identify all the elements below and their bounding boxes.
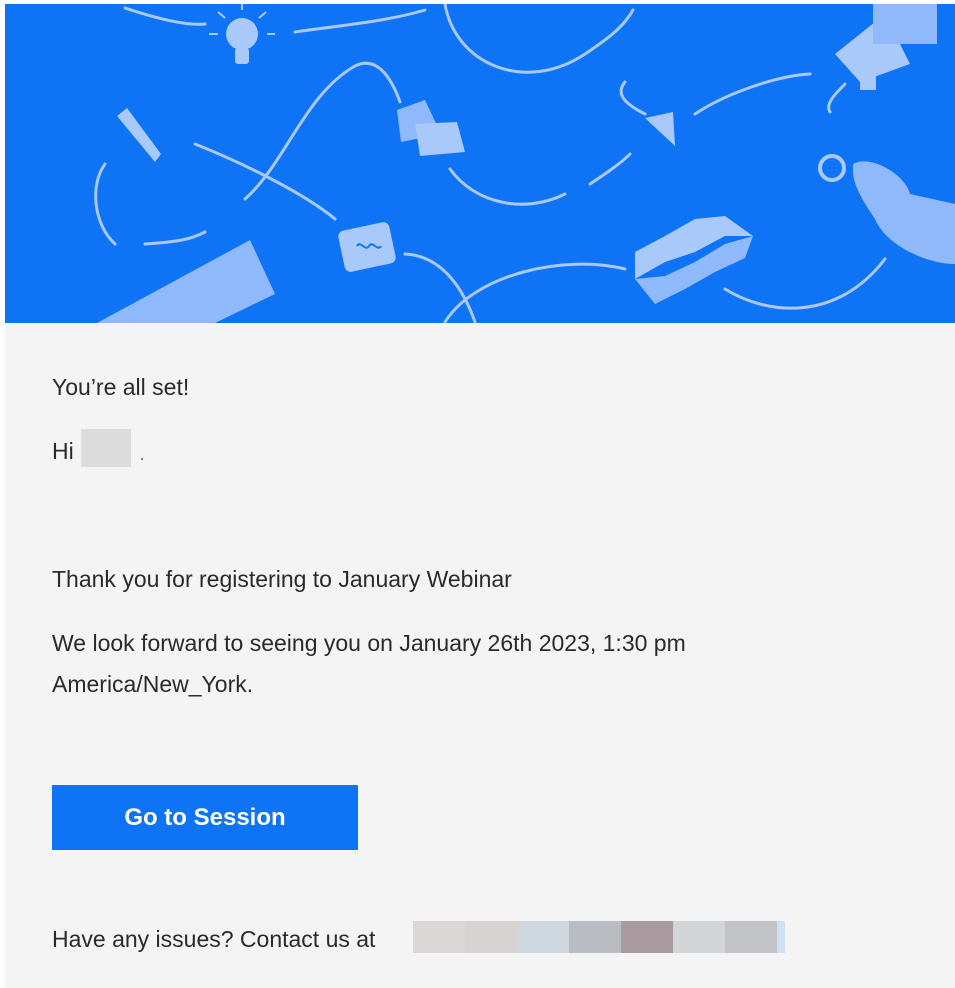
- pencil-icon: [117, 108, 161, 162]
- session-schedule-text: We look forward to seeing you on January…: [52, 630, 686, 697]
- arrow-down-icon: [645, 112, 675, 146]
- magnifier-hand-icon: [818, 154, 955, 264]
- greeting-punctuation: [141, 458, 143, 460]
- greeting-text: Hi: [52, 438, 74, 464]
- lightbulb-icon: [209, 4, 275, 64]
- email-page: You’re all set! Hi Thank you for registe…: [0, 0, 955, 988]
- email-body: You’re all set! Hi Thank you for registe…: [5, 323, 955, 988]
- header-banner: [5, 4, 955, 323]
- stairs-icon: [635, 216, 753, 304]
- chat-card-icon: [338, 222, 396, 272]
- megaphone-icon: [835, 4, 937, 90]
- registration-thanks-text: Thank you for registering to January Web…: [52, 566, 512, 592]
- confirmation-heading: You’re all set!: [52, 374, 190, 400]
- redacted-name: [81, 429, 131, 467]
- speech-bubbles-icon: [397, 100, 465, 156]
- banner-illustration: [94, 4, 955, 323]
- keyboard-icon: [97, 240, 275, 323]
- go-to-session-button[interactable]: Go to Session: [52, 785, 358, 850]
- contact-text: Have any issues? Contact us at: [52, 926, 376, 952]
- redacted-contact-email[interactable]: [413, 921, 785, 953]
